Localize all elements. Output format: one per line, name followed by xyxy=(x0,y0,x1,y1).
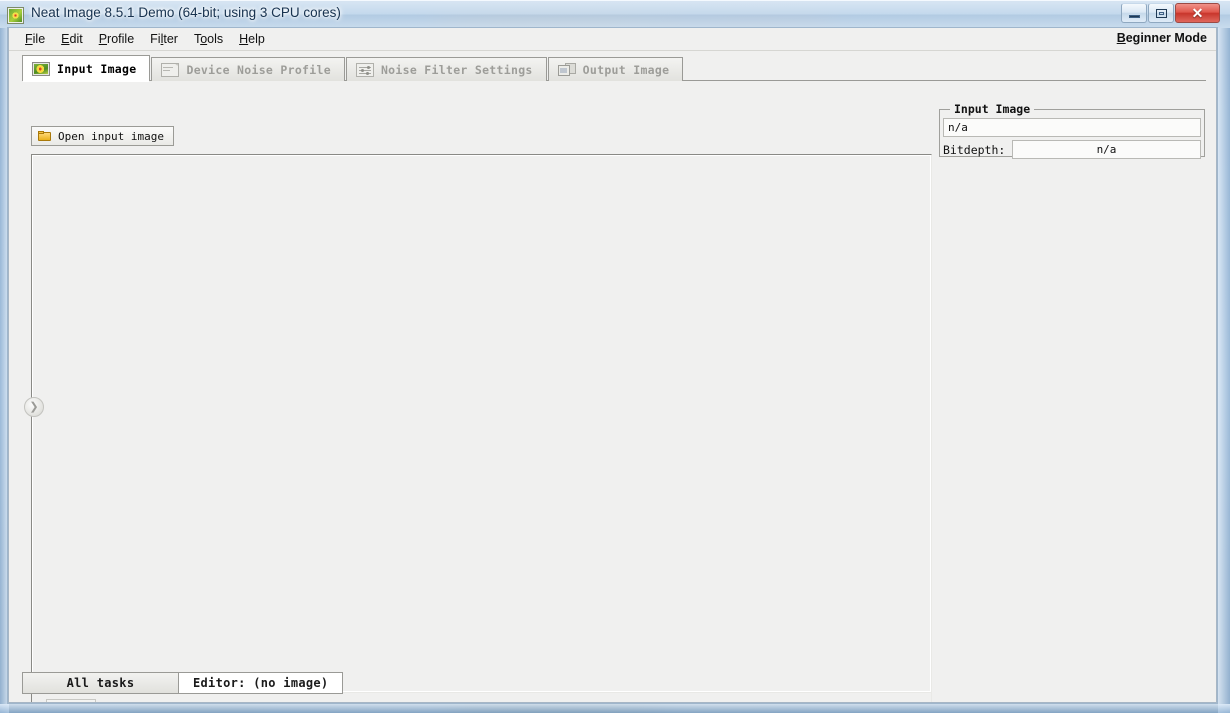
window-border-bottom xyxy=(0,704,1230,713)
menu-help[interactable]: Help xyxy=(231,30,273,48)
close-button[interactable]: ✕ xyxy=(1175,3,1220,23)
input-image-info-panel: Input Image n/a Bitdepth: n/a xyxy=(939,102,1206,696)
chevron-right-icon[interactable]: ❯ xyxy=(24,397,44,417)
mode-toggle-label[interactable]: Beginner Mode xyxy=(1117,31,1207,45)
window-border-right xyxy=(1218,28,1230,713)
tab-page-input-image: Open input image ❯ 100% ▾ Input Image n/… xyxy=(22,102,1206,702)
groupbox-title: Input Image xyxy=(950,102,1035,116)
window-controls: ✕ xyxy=(1121,3,1220,23)
tab-label: Noise Filter Settings xyxy=(380,62,533,77)
zoom-status-bar: 100% ▾ xyxy=(31,693,932,703)
close-icon: ✕ xyxy=(1191,5,1204,21)
bottom-tab-editor[interactable]: Editor: (no image) xyxy=(178,672,344,694)
app-icon[interactable] xyxy=(7,7,24,24)
tab-label: Input Image xyxy=(57,61,137,76)
tab-label: Output Image xyxy=(582,62,670,77)
minimize-button[interactable] xyxy=(1121,3,1147,23)
photo-icon xyxy=(32,61,50,76)
menu-tools[interactable]: Tools xyxy=(186,30,231,48)
sheet-pencil-icon xyxy=(161,62,180,77)
tab-device-noise-profile[interactable]: Device Noise Profile xyxy=(151,57,345,81)
client-area: File Edit Profile Filter Tools Help Begi… xyxy=(8,28,1217,703)
tab-output-image[interactable]: Output Image xyxy=(547,57,684,81)
tab-noise-filter-settings[interactable]: Noise Filter Settings xyxy=(345,57,547,81)
canvas-surface[interactable] xyxy=(33,156,930,691)
main-tab-strip: Input Image Device Noise Profile Noise F… xyxy=(9,55,1216,82)
folder-icon xyxy=(38,130,52,142)
file-name-field: n/a xyxy=(943,118,1201,137)
bottom-tab-label: All tasks xyxy=(66,676,135,690)
stacked-images-icon xyxy=(557,62,576,77)
bottom-tab-strip: All tasks Editor: (no image) xyxy=(22,672,344,694)
sliders-icon xyxy=(355,62,374,77)
menu-edit[interactable]: Edit xyxy=(53,30,91,48)
image-canvas[interactable] xyxy=(31,154,932,693)
minimize-icon xyxy=(1128,15,1140,18)
menu-bar: File Edit Profile Filter Tools Help Begi… xyxy=(9,28,1216,51)
title-bar[interactable]: Neat Image 8.5.1 Demo (64-bit; using 3 C… xyxy=(0,0,1230,28)
zoom-level-value: 100% xyxy=(47,702,84,703)
zoom-level-dropdown[interactable]: 100% ▾ xyxy=(46,699,96,703)
menu-file[interactable]: File xyxy=(17,30,53,48)
open-input-image-button[interactable]: Open input image xyxy=(31,126,174,146)
menu-filter[interactable]: Filter xyxy=(142,30,186,48)
bottom-tab-label: Editor: (no image) xyxy=(193,676,329,690)
open-input-image-label: Open input image xyxy=(58,129,164,143)
application-window: Neat Image 8.5.1 Demo (64-bit; using 3 C… xyxy=(0,0,1230,713)
restore-icon xyxy=(1155,8,1167,18)
bottom-tab-all-tasks[interactable]: All tasks xyxy=(22,672,179,694)
input-image-groupbox: Input Image n/a Bitdepth: n/a xyxy=(939,102,1205,159)
window-title: Neat Image 8.5.1 Demo (64-bit; using 3 C… xyxy=(31,5,341,20)
bitdepth-label: Bitdepth: xyxy=(943,143,1006,157)
bitdepth-value-field: n/a xyxy=(1012,140,1201,159)
maximize-button[interactable] xyxy=(1148,3,1174,23)
tab-label: Device Noise Profile xyxy=(186,62,331,77)
menu-profile[interactable]: Profile xyxy=(91,30,142,48)
tab-input-image[interactable]: Input Image xyxy=(22,55,151,82)
